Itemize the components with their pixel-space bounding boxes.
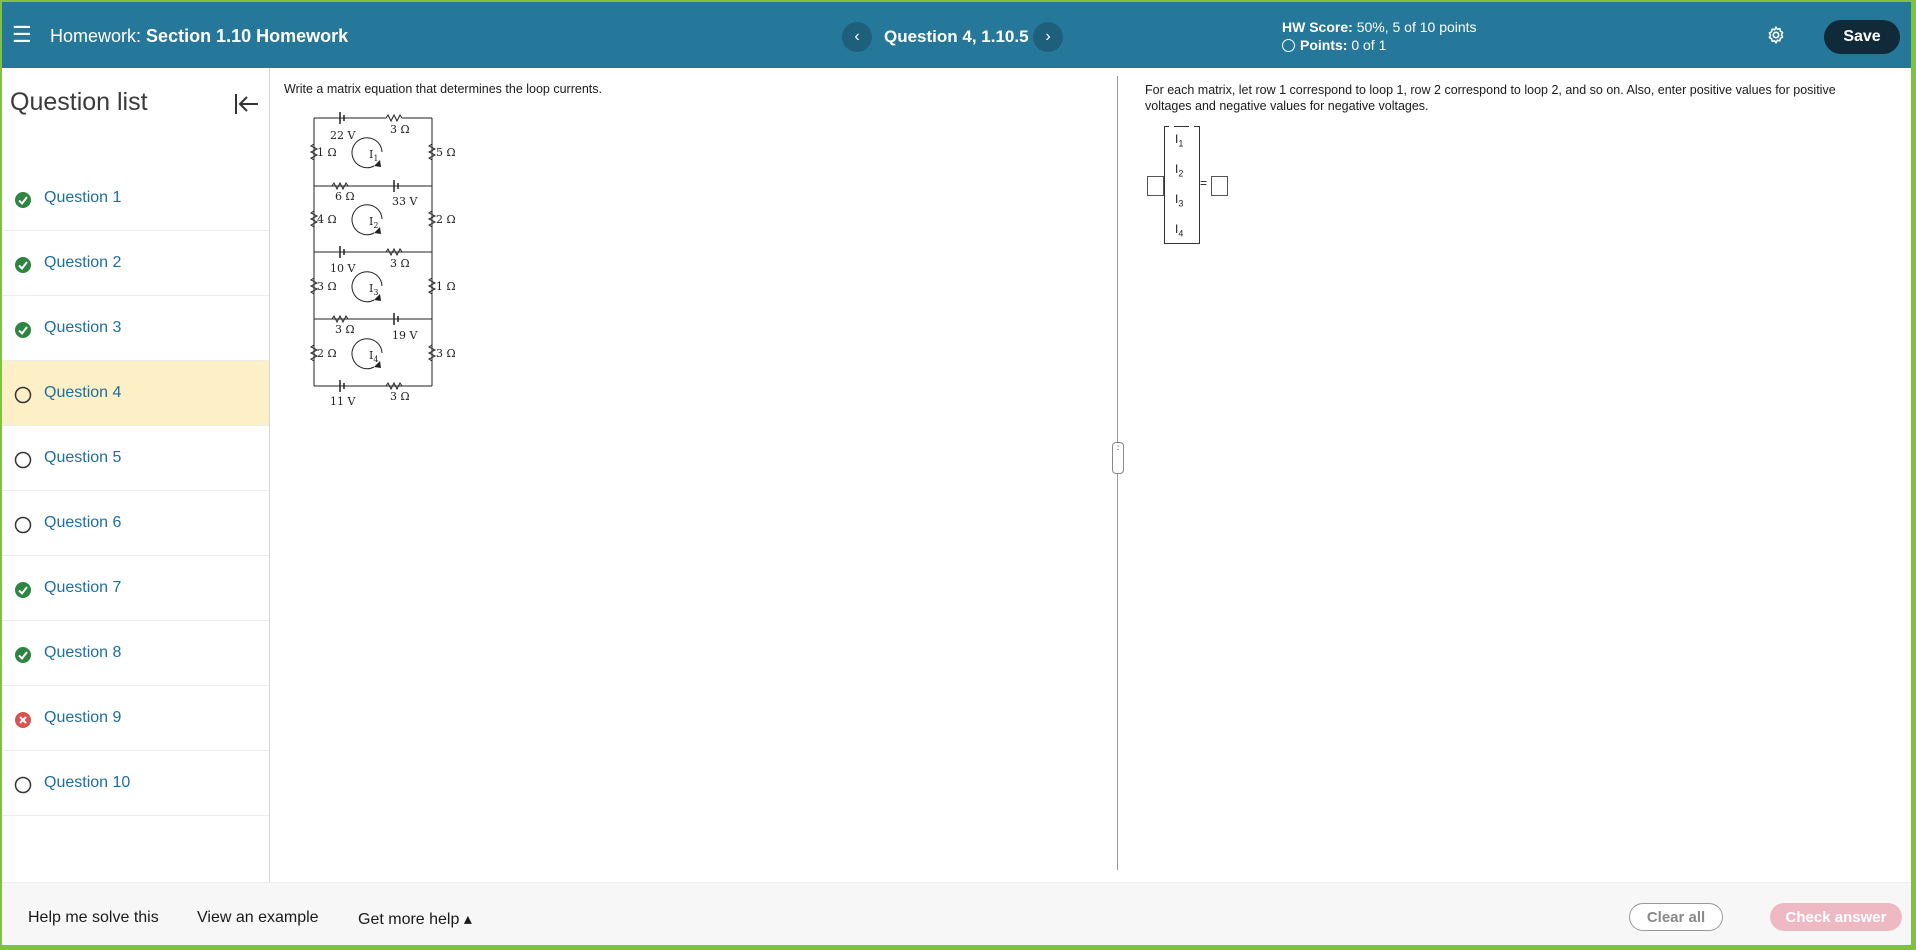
top-bar: ☰ Homework: Section 1.10 Homework ‹ Ques…: [2, 2, 1911, 68]
points-value: 0 of 1: [1351, 37, 1387, 53]
coefficient-matrix-input[interactable]: [1147, 176, 1164, 196]
check-answer-button[interactable]: Check answer: [1770, 903, 1902, 931]
question-list-label: Question 4: [44, 384, 122, 401]
svg-text:2 Ω: 2 Ω: [436, 213, 456, 226]
matrix-bracket-gap: [1189, 126, 1194, 244]
homework-title-prefix: Homework:: [50, 26, 142, 46]
svg-text:3 Ω: 3 Ω: [335, 323, 355, 336]
question-list-sidebar: Question list Question 1 Question 2 Questi…: [2, 68, 270, 883]
svg-text:I2: I2: [369, 215, 378, 230]
current-variable: I3: [1175, 192, 1184, 209]
svg-text:3 Ω: 3 Ω: [390, 123, 410, 136]
svg-text:I1: I1: [369, 148, 378, 163]
correct-check-icon: [15, 257, 31, 273]
svg-text:1 Ω: 1 Ω: [317, 146, 337, 159]
svg-text:1 Ω: 1 Ω: [436, 280, 456, 293]
svg-text:I3: I3: [369, 282, 378, 297]
hw-score-label: HW Score:: [1282, 19, 1353, 35]
current-variable: I2: [1175, 162, 1184, 179]
svg-text:19 V: 19 V: [392, 329, 418, 342]
unanswered-circle-icon: [14, 516, 32, 534]
svg-text:3 Ω: 3 Ω: [436, 347, 456, 360]
svg-text:10 V: 10 V: [330, 262, 356, 275]
unanswered-circle-icon: [14, 776, 32, 794]
correct-check-icon: [15, 322, 31, 338]
question-prompt: Write a matrix equation that determines …: [284, 82, 602, 96]
incorrect-x-icon: [15, 712, 31, 728]
hamburger-icon[interactable]: ☰: [12, 22, 32, 48]
homework-title-name: Section 1.10 Homework: [146, 26, 349, 46]
next-question-button[interactable]: ›: [1033, 22, 1063, 52]
sidebar-title: Question list: [10, 88, 148, 116]
score-panel: HW Score: 50%, 5 of 10 points Points: 0 …: [1282, 18, 1477, 54]
get-more-help-link[interactable]: Get more help ▴: [358, 909, 472, 929]
gear-icon[interactable]: [1766, 25, 1786, 45]
question-pane: Write a matrix equation that determines …: [284, 82, 602, 96]
svg-text:22 V: 22 V: [330, 129, 356, 142]
collapse-left-icon[interactable]: [234, 92, 260, 116]
svg-text:4 Ω: 4 Ω: [317, 213, 337, 226]
current-variable: I1: [1175, 132, 1184, 149]
svg-text:6 Ω: 6 Ω: [335, 190, 355, 203]
question-list-label: Question 10: [44, 774, 131, 791]
question-list-label: Question 3: [44, 319, 122, 336]
answer-pane: For each matrix, let row 1 correspond to…: [1145, 82, 1875, 114]
svg-text:I4: I4: [369, 349, 378, 364]
equals-sign: =: [1200, 176, 1208, 190]
hw-score-value: 50%, 5 of 10 points: [1356, 19, 1477, 35]
question-list-label: Question 2: [44, 254, 122, 271]
svg-text:3 Ω: 3 Ω: [390, 390, 410, 403]
question-list-label: Question 9: [44, 709, 122, 726]
question-list-label: Question 8: [44, 644, 122, 661]
svg-text:33 V: 33 V: [392, 195, 418, 208]
help-me-solve-link[interactable]: Help me solve this: [28, 909, 159, 927]
question-list-item[interactable]: Question 10: [2, 751, 269, 816]
question-list-item[interactable]: Question 1: [2, 166, 269, 231]
current-variable: I4: [1175, 222, 1184, 239]
svg-text:5 Ω: 5 Ω: [436, 146, 456, 159]
question-title: Question 4, 1.10.5: [884, 27, 1029, 46]
question-list-label: Question 1: [44, 189, 122, 206]
app-frame: ☰ Homework: Section 1.10 Homework ‹ Ques…: [2, 2, 1911, 945]
question-list-item[interactable]: Question 3: [2, 296, 269, 361]
view-example-link[interactable]: View an example: [197, 909, 319, 927]
question-list-label: Question 6: [44, 514, 122, 531]
points-label: Points:: [1300, 37, 1348, 53]
footer-bar: Help me solve this View an example Get m…: [2, 882, 1911, 945]
unanswered-circle-icon: [14, 386, 32, 404]
correct-check-icon: [15, 582, 31, 598]
points-status-icon: [1282, 39, 1295, 52]
question-list-label: Question 5: [44, 449, 122, 466]
clear-all-button[interactable]: Clear all: [1629, 903, 1723, 931]
svg-text:3 Ω: 3 Ω: [317, 280, 337, 293]
voltage-vector-input[interactable]: [1211, 176, 1228, 196]
question-list-item[interactable]: Question 2: [2, 231, 269, 296]
pane-resize-handle[interactable]: ⋮: [1112, 442, 1124, 474]
svg-text:11 V: 11 V: [330, 395, 356, 408]
question-list-item[interactable]: Question 5: [2, 426, 269, 491]
previous-question-button[interactable]: ‹: [842, 22, 872, 52]
homework-title: Homework: Section 1.10 Homework: [50, 26, 348, 47]
correct-check-icon: [15, 192, 31, 208]
question-list-label: Question 7: [44, 579, 122, 596]
correct-check-icon: [15, 647, 31, 663]
svg-text:2 Ω: 2 Ω: [317, 347, 337, 360]
question-list: Question 1 Question 2 Question 3 Question 4…: [2, 166, 269, 816]
question-list-item[interactable]: Question 7: [2, 556, 269, 621]
question-list-item[interactable]: Question 8: [2, 621, 269, 686]
svg-text:3 Ω: 3 Ω: [390, 257, 410, 270]
answer-instructions: For each matrix, let row 1 correspond to…: [1145, 83, 1836, 113]
question-list-item[interactable]: Question 6: [2, 491, 269, 556]
circuit-diagram: 22 V 3 Ω 1 Ω 5 Ω 6 Ω 33 V 4 Ω 2 Ω 10 V 3…: [309, 111, 456, 408]
matrix-bracket-gap: [1169, 126, 1174, 244]
question-list-item[interactable]: Question 9: [2, 686, 269, 751]
save-button[interactable]: Save: [1824, 20, 1900, 54]
unanswered-circle-icon: [14, 451, 32, 469]
question-list-item[interactable]: Question 4: [2, 361, 269, 426]
